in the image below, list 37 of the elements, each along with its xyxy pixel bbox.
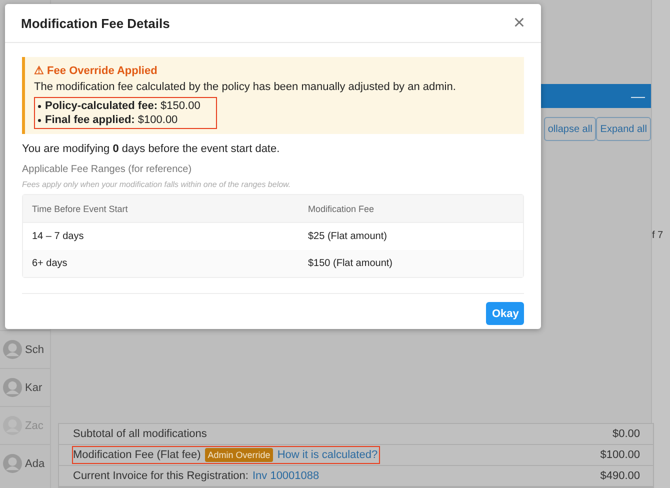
person-name[interactable]: Ada <box>25 458 45 470</box>
summary-label: Modification Fee (Flat fee) <box>73 449 201 461</box>
summary-amount: $0.00 <box>612 428 640 440</box>
table-cell-text: 6+ days <box>32 258 68 269</box>
bullet-icon <box>38 118 41 122</box>
toolbar-button[interactable]: Expand all <box>596 117 651 141</box>
collapse-icon[interactable]: — <box>631 88 645 104</box>
table-cell-text: 14 – 7 days <box>32 231 85 242</box>
person-name[interactable]: Kar <box>25 382 42 394</box>
summary-link[interactable]: How it is calculated? <box>277 449 378 461</box>
hint-text: Fees apply only when your modification falls within one of the ranges below. <box>22 180 292 189</box>
toolbar-button[interactable]: ollapse all <box>544 117 596 141</box>
fee-item: Policy-calculated fee: $150.00 <box>45 100 200 112</box>
dialog-title: Modification Fee Details <box>21 16 170 30</box>
avatar-icon <box>3 378 22 397</box>
column-header: Time Before Event Start <box>32 204 129 214</box>
avatar-icon <box>3 454 22 473</box>
summary-label: Current Invoice for this Registration: <box>73 470 248 482</box>
okay-button[interactable]: Okay <box>486 302 524 325</box>
days-text: You are modifying 0 days before the event start date. <box>22 143 281 155</box>
avatar-icon <box>3 340 22 359</box>
summary-label: Subtotal of all modifications <box>73 428 207 440</box>
summary-link[interactable]: Inv 10001088 <box>252 470 320 482</box>
person-name[interactable]: Sch <box>25 344 44 356</box>
fee-item: Final fee applied: $100.00 <box>45 114 178 126</box>
column-header: Modification Fee <box>308 204 376 214</box>
bullet-icon <box>38 104 41 108</box>
close-button[interactable]: × <box>513 12 525 34</box>
summary-amount: $100.00 <box>600 449 640 461</box>
table-cell-text: $150 (Flat amount) <box>308 258 394 269</box>
table-cell-text: $25 (Flat amount) <box>308 231 388 242</box>
override-badge: Admin Override <box>204 448 274 462</box>
alert-title: ⚠ Fee Override Applied <box>34 64 158 77</box>
page-count: f 7 <box>652 230 664 241</box>
alert-message: The modification fee calculated by the policy has been manually adjusted by an admin. <box>34 81 457 93</box>
section-label: Applicable Fee Ranges (for reference) <box>22 164 193 175</box>
summary-amount: $490.00 <box>600 470 640 482</box>
